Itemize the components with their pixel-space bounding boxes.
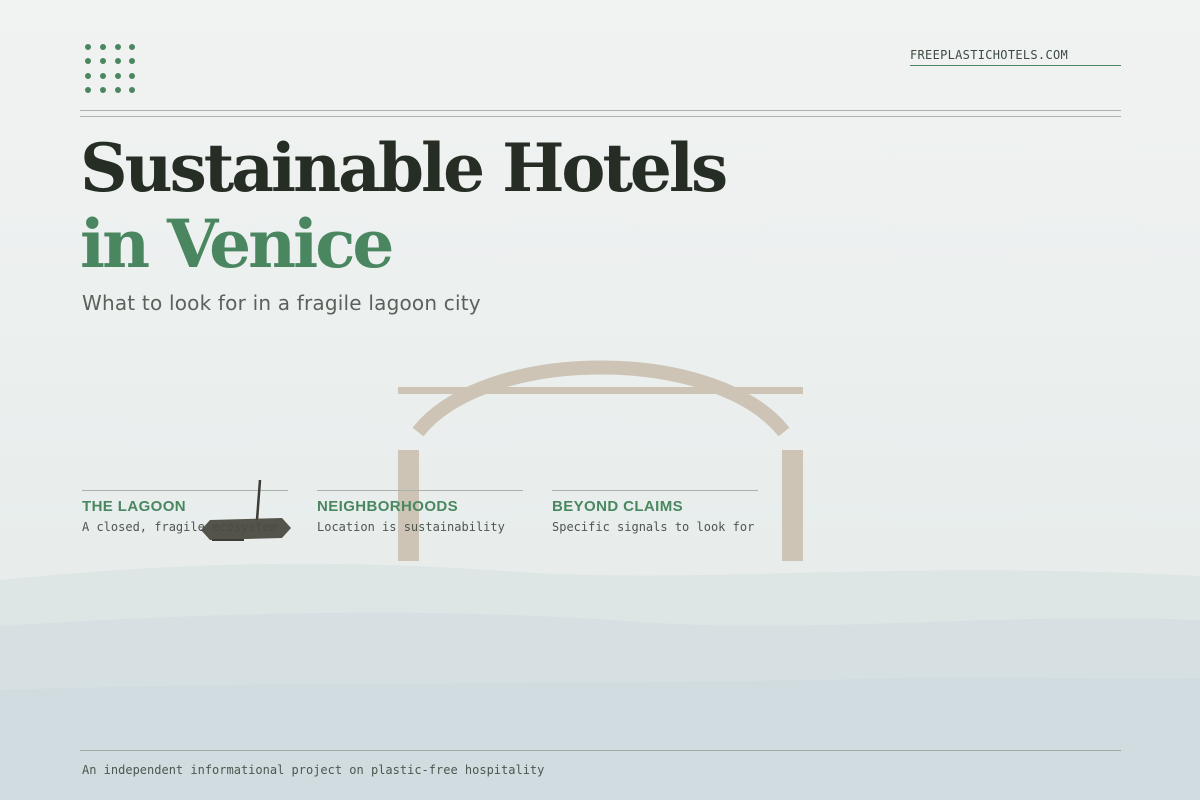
footer-text: An independent informational project on … — [82, 763, 545, 777]
header-divider-bottom — [80, 116, 1121, 117]
footer-divider — [80, 750, 1121, 751]
header-divider-top — [80, 110, 1121, 111]
site-link[interactable]: FREEPLASTICHOTELS.COM — [910, 48, 1121, 66]
section-neighborhoods: NEIGHBORHOODS Location is sustainability — [317, 490, 523, 534]
gondola-boat-icon — [201, 479, 291, 541]
section-title: NEIGHBORHOODS — [317, 498, 459, 515]
section-beyond-claims: BEYOND CLAIMS Specific signals to look f… — [552, 490, 758, 534]
section-description: Location is sustainability — [317, 520, 505, 534]
section-title: BEYOND CLAIMS — [552, 498, 684, 515]
section-description: Specific signals to look for — [552, 520, 755, 534]
dot-grid-logo-icon — [85, 44, 135, 93]
page-title-line2: in Venice — [80, 205, 394, 283]
page-subtitle: What to look for in a fragile lagoon cit… — [82, 291, 481, 315]
page-title-line1: Sustainable Hotels — [80, 129, 728, 207]
